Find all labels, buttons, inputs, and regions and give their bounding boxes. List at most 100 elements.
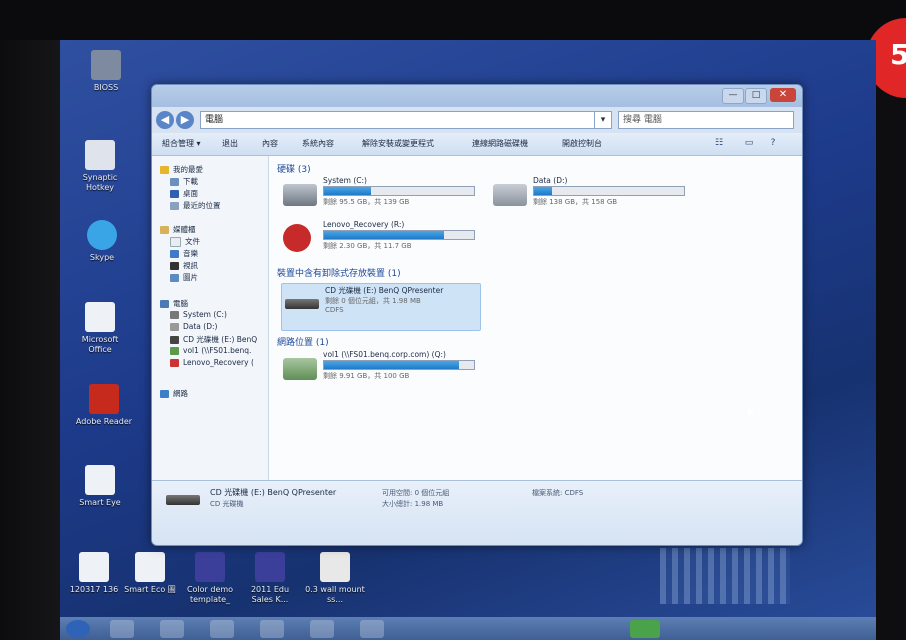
taskbar-tray-icon[interactable] <box>630 620 660 638</box>
desktop-icon <box>170 190 179 198</box>
cd-drive-icon <box>285 299 319 309</box>
close-button[interactable]: ✕ <box>770 88 796 102</box>
search-input[interactable]: 搜尋 電腦 <box>618 111 794 129</box>
address-bar-row: ◀ ▶ 電腦 ▾ ⟳ 搜尋 電腦 <box>152 107 802 133</box>
drive-item[interactable]: vol1 (\\FS01.benq.corp.com) (Q:) 剩餘 9.91… <box>283 350 483 394</box>
eject-button[interactable]: 退出 <box>222 138 238 149</box>
star-icon <box>160 166 169 174</box>
desktop-icon[interactable]: Synaptic Hotkey <box>70 140 130 193</box>
explorer-window: — □ ✕ ◀ ▶ 電腦 ▾ ⟳ 搜尋 電腦 組合管理 ▾ 退出 內容 系統內容… <box>151 84 803 546</box>
cd-drive-icon <box>170 336 179 344</box>
sidebar-item-computer[interactable]: 電腦 <box>160 298 188 309</box>
usage-fill <box>534 187 552 195</box>
drive-item[interactable]: System (C:) 剩餘 95.5 GB，共 139 GB <box>283 176 483 220</box>
section-removable-storage[interactable]: 裝置中含有卸除式存放裝置 (1) <box>277 266 401 279</box>
search-placeholder: 搜尋 電腦 <box>623 115 662 125</box>
desktop: BIOSS Synaptic Hotkey Skype Microsoft Of… <box>60 40 876 640</box>
sidebar-item-recovery-r[interactable]: Lenovo_Recovery ( <box>170 358 254 367</box>
section-network-locations[interactable]: 網路位置 (1) <box>277 335 329 348</box>
address-input[interactable]: 電腦 <box>200 111 596 129</box>
section-hard-disks[interactable]: 硬碟 (3) <box>277 162 311 175</box>
desktop-icon[interactable]: Microsoft Office <box>70 302 130 355</box>
downloads-icon <box>170 178 179 186</box>
details-space-free: 可用空間: 0 個位元組 <box>382 489 450 497</box>
hard-drive-icon <box>283 184 317 206</box>
properties-button[interactable]: 內容 <box>262 138 278 149</box>
view-options-icon[interactable]: ☷ <box>712 137 726 149</box>
hard-drive-icon <box>170 311 179 319</box>
details-filesystem: 檔案系統: CDFS <box>532 489 584 497</box>
sidebar-item-network[interactable]: 網路 <box>160 388 188 399</box>
desktop-icon[interactable]: Adobe Reader <box>74 384 134 427</box>
uninstall-program-button[interactable]: 解除安裝或變更程式 <box>362 138 434 149</box>
image-icon <box>255 552 285 582</box>
desktop-icon[interactable]: 2011 Edu Sales K... <box>240 552 300 605</box>
music-icon <box>170 250 179 258</box>
document-icon <box>320 552 350 582</box>
sidebar-item-data-d[interactable]: Data (D:) <box>170 322 217 331</box>
sidebar-item-videos[interactable]: 視訊 <box>170 260 198 271</box>
desktop-icon[interactable]: Skype <box>72 220 132 263</box>
desktop-icon[interactable]: 120317 136 <box>64 552 124 595</box>
sidebar-item-libraries[interactable]: 媒體櫃 <box>160 224 196 235</box>
open-control-panel-button[interactable]: 開啟控制台 <box>562 138 602 149</box>
taskbar-app-icon[interactable] <box>260 620 284 638</box>
recovery-drive-icon <box>283 224 311 252</box>
sidebar-item-music[interactable]: 音樂 <box>170 248 198 259</box>
desktop-icon[interactable]: Smart Eye <box>70 465 130 508</box>
map-network-drive-button[interactable]: 連線網路磁碟機 <box>472 138 528 149</box>
network-drive-icon <box>283 358 317 380</box>
document-icon <box>85 465 115 495</box>
monitor-bezel-top <box>0 0 906 40</box>
computer-icon <box>160 300 169 308</box>
sidebar-item-pictures[interactable]: 圖片 <box>170 272 198 283</box>
title-bar[interactable]: — □ ✕ <box>152 85 802 107</box>
start-button-icon[interactable] <box>66 620 90 638</box>
sidebar-item-downloads[interactable]: 下載 <box>170 176 198 187</box>
recovery-drive-icon <box>170 359 179 367</box>
monitor-bezel-right <box>876 40 906 640</box>
command-bar: 組合管理 ▾ 退出 內容 系統內容 解除安裝或變更程式 連線網路磁碟機 開啟控制… <box>152 133 802 156</box>
minimize-button[interactable]: — <box>722 88 744 104</box>
sidebar-item-desktop[interactable]: 桌面 <box>170 188 198 199</box>
help-icon[interactable]: ? <box>766 137 780 149</box>
details-total-size: 大小總計: 1.98 MB <box>382 500 444 508</box>
sidebar-item-recent[interactable]: 最近的位置 <box>170 200 221 211</box>
drive-item[interactable]: Data (D:) 剩餘 138 GB，共 158 GB <box>493 176 693 220</box>
organize-menu[interactable]: 組合管理 ▾ <box>162 138 201 149</box>
drive-item[interactable]: Lenovo_Recovery (R:) 剩餘 2.30 GB，共 11.7 G… <box>283 220 483 264</box>
usage-fill <box>324 231 444 239</box>
network-icon <box>160 390 169 398</box>
system-properties-button[interactable]: 系統內容 <box>302 138 334 149</box>
address-dropdown-icon[interactable]: ▾ <box>594 111 612 129</box>
sidebar-item-documents[interactable]: 文件 <box>170 236 200 247</box>
hard-drive-icon <box>493 184 527 206</box>
usage-bar <box>323 230 475 240</box>
aero-glass-reflection <box>660 548 790 604</box>
forward-arrow-icon[interactable]: ▶ <box>176 111 194 129</box>
document-icon <box>135 552 165 582</box>
sidebar-item-cd-e[interactable]: CD 光碟機 (E:) BenQ <box>170 334 257 345</box>
preview-pane-icon[interactable]: ▭ <box>742 137 756 149</box>
taskbar-app-icon[interactable] <box>110 620 134 638</box>
desktop-icon[interactable]: BIOSS <box>76 50 136 93</box>
sidebar-item-system-c[interactable]: System (C:) <box>170 310 227 319</box>
address-path: 電腦 <box>205 115 224 125</box>
desktop-icon[interactable]: Smart Eco 圖 <box>120 552 180 595</box>
taskbar-app-icon[interactable] <box>360 620 384 638</box>
maximize-button[interactable]: □ <box>745 88 767 104</box>
network-drive-icon <box>170 347 179 355</box>
back-arrow-icon[interactable]: ◀ <box>156 111 174 129</box>
sidebar-item-network-q[interactable]: vol1 (\\FS01.benq. <box>170 346 251 355</box>
taskbar-app-icon[interactable] <box>210 620 234 638</box>
document-icon <box>85 302 115 332</box>
taskbar-app-icon[interactable] <box>310 620 334 638</box>
details-name: CD 光碟機 (E:) BenQ QPresenter <box>210 488 337 497</box>
recent-places-icon <box>170 202 179 210</box>
desktop-icon[interactable]: Color demo template_ <box>180 552 240 605</box>
drive-item-cd[interactable]: CD 光碟機 (E:) BenQ QPresenter 剩餘 0 個位元組，共 … <box>285 285 485 329</box>
mouse-cursor-icon <box>748 409 754 419</box>
sidebar-item-favorites[interactable]: 我的最愛 <box>160 164 203 175</box>
desktop-icon[interactable]: 0.3 wall mount ss... <box>305 552 365 605</box>
taskbar-app-icon[interactable] <box>160 620 184 638</box>
